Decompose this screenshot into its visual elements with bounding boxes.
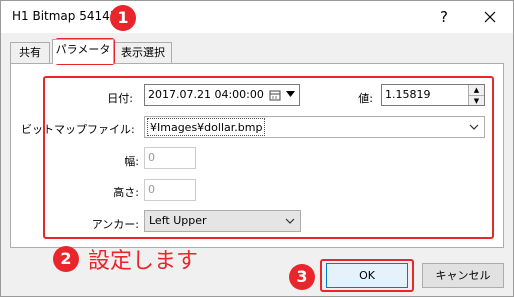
dialog-window: H1 Bitmap 54143 ? 共有 パラメータ 表示選択 日付: 2017… [0, 0, 514, 297]
close-button[interactable] [479, 7, 501, 27]
tab-parameters[interactable]: パラメータ [52, 39, 114, 64]
step-1-badge: 1 [110, 5, 136, 31]
ok-button[interactable]: OK [326, 263, 408, 288]
title-bar: H1 Bitmap 54143 ? [1, 1, 513, 33]
window-title: H1 Bitmap 54143 [12, 9, 118, 23]
cancel-button[interactable]: キャンセル [422, 263, 504, 288]
close-icon [484, 11, 496, 23]
highlight-form-area [43, 76, 494, 239]
tab-shared[interactable]: 共有 [10, 42, 50, 63]
step-2-badge: 2 [53, 246, 79, 272]
tab-display[interactable]: 表示選択 [114, 42, 172, 63]
step-2-note: 設定します [88, 249, 199, 274]
step-3-badge: 3 [289, 264, 315, 290]
help-button[interactable]: ? [434, 7, 454, 27]
